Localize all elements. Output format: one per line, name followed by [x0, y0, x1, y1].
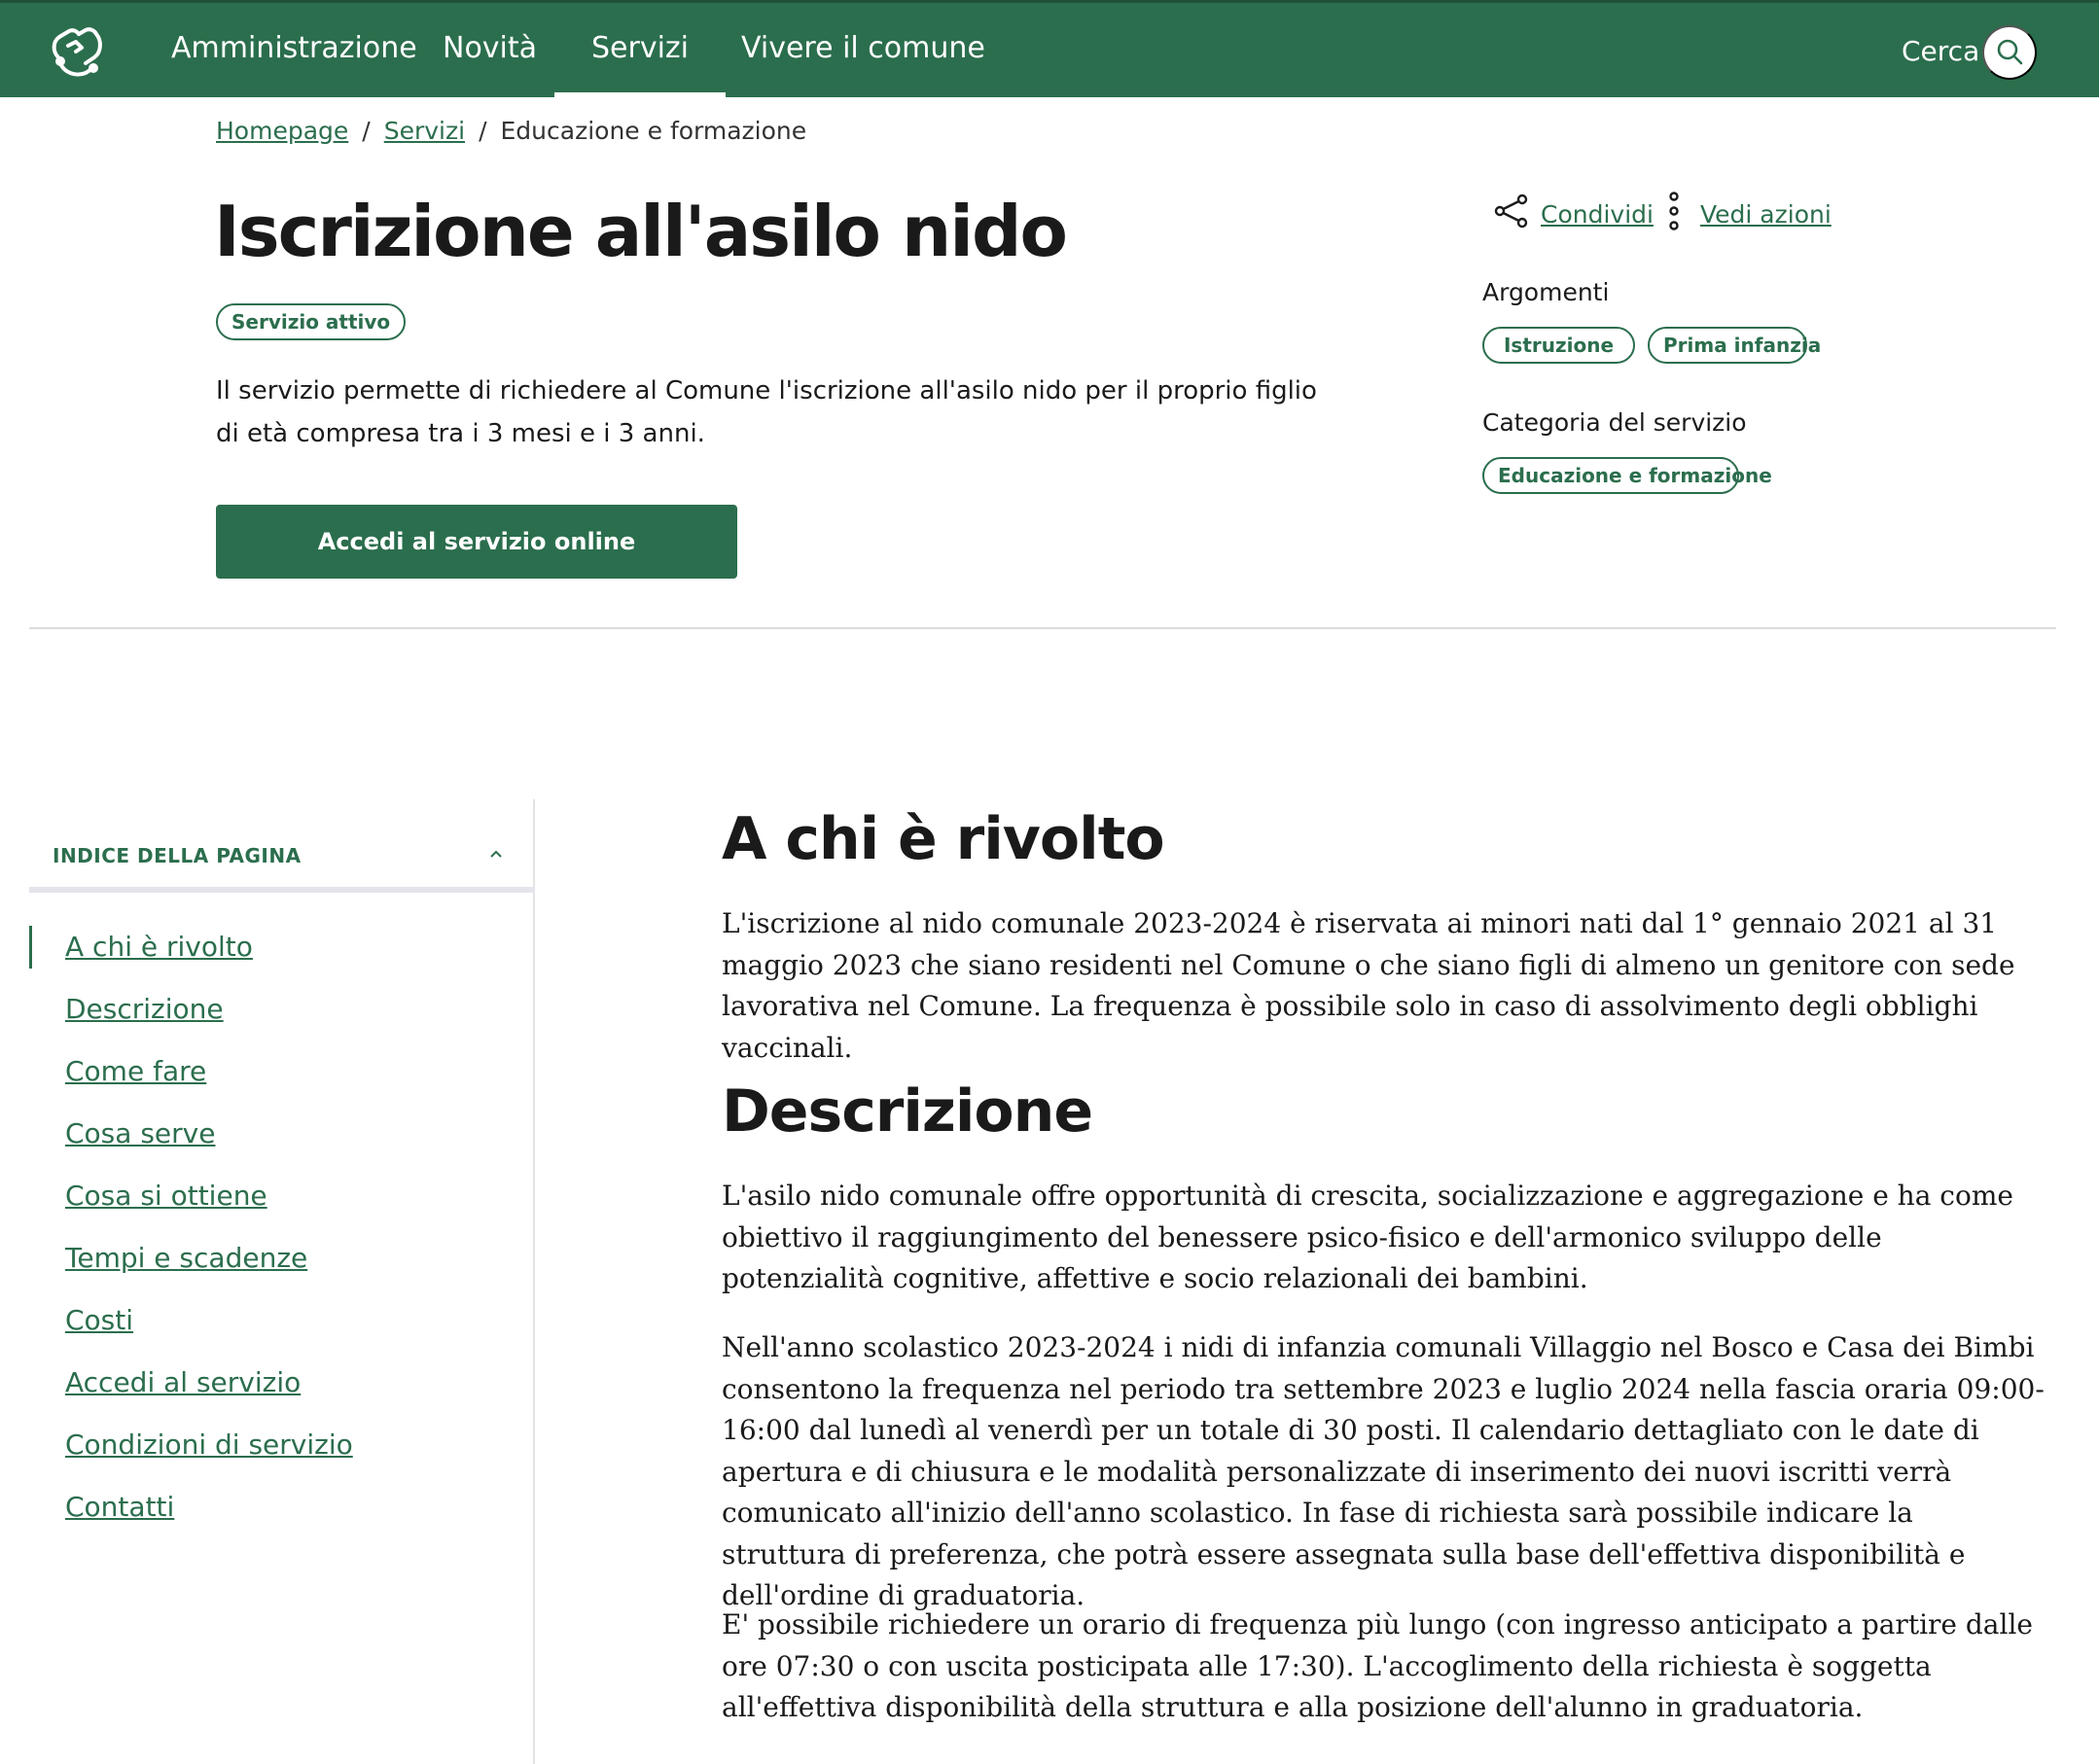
search-button[interactable]	[1982, 25, 2037, 80]
paragraph-descrizione-2: Nell'anno scolastico 2023-2024 i nidi di…	[722, 1331, 2045, 1611]
more-vertical-icon	[1665, 190, 1692, 238]
index-item-contatti[interactable]: Contatti	[29, 1476, 516, 1538]
service-description: Il servizio permette di richiedere al Co…	[216, 376, 1317, 448]
breadcrumb: Homepage / Servizi / Educazione e formazione	[216, 117, 806, 145]
paragraph-descrizione-1: L'asilo nido comunale offre opportunità …	[722, 1180, 2013, 1294]
share-link[interactable]: Condividi	[1492, 194, 1654, 233]
share-icon	[1492, 192, 1541, 236]
index-item-a-chi-e-rivolto[interactable]: A chi è rivolto	[29, 916, 516, 978]
index-item-come-fare[interactable]: Come fare	[29, 1041, 516, 1103]
page-index-list: A chi è rivolto Descrizione Come fare Co…	[29, 916, 516, 1538]
see-actions-label: Vedi azioni	[1700, 199, 1832, 229]
search-label[interactable]: Cerca	[1902, 3, 1979, 97]
chevron-up-icon	[488, 846, 504, 865]
page-index-toggle[interactable]: INDICE DELLA PAGINA	[29, 830, 535, 893]
nav-amministrazione[interactable]: Amministrazione	[171, 3, 417, 97]
page-index-progress	[29, 887, 535, 893]
breadcrumb-current: Educazione e formazione	[500, 117, 807, 145]
see-actions-link[interactable]: Vedi azioni	[1665, 192, 1832, 233]
index-item-tempi-e-scadenze[interactable]: Tempi e scadenze	[29, 1227, 516, 1289]
section-title-descrizione: Descrizione	[722, 1077, 1093, 1146]
site-header: Amministrazione Novità Servizi Vivere il…	[0, 0, 2099, 97]
index-item-condizioni-di-servizio[interactable]: Condizioni di servizio	[29, 1414, 516, 1476]
breadcrumb-home[interactable]: Homepage	[216, 117, 348, 145]
municipality-logo-icon[interactable]	[47, 22, 107, 83]
section-title-a-chi-e-rivolto: A chi è rivolto	[722, 805, 1165, 873]
sidebar-border	[533, 799, 535, 1764]
category-label: Categoria del servizio	[1482, 408, 1747, 437]
topics-label: Argomenti	[1482, 278, 1610, 306]
page-title: Iscrizione all'asilo nido	[214, 191, 1068, 272]
page-index-title: INDICE DELLA PAGINA	[53, 844, 302, 867]
share-label: Condividi	[1541, 199, 1654, 229]
nav-vivere-il-comune[interactable]: Vivere il comune	[741, 3, 985, 97]
paragraph-a-chi-e-rivolto: L'iscrizione al nido comunale 2023-2024 …	[722, 907, 2015, 1064]
index-item-costi[interactable]: Costi	[29, 1289, 516, 1352]
breadcrumb-separator: /	[362, 117, 371, 145]
topic-chip-istruzione[interactable]: Istruzione	[1482, 327, 1635, 364]
topic-chip-prima-infanzia[interactable]: Prima infanzia	[1648, 327, 1821, 364]
nav-novita[interactable]: Novità	[443, 3, 537, 97]
nav-servizi[interactable]: Servizi	[554, 3, 727, 97]
access-service-button[interactable]: Accedi al servizio online	[216, 505, 737, 579]
paragraph-descrizione-3: E' possibile richiedere un orario di fre…	[722, 1608, 2033, 1723]
breadcrumb-servizi[interactable]: Servizi	[384, 117, 465, 145]
breadcrumb-separator: /	[479, 117, 487, 145]
index-item-cosa-si-ottiene[interactable]: Cosa si ottiene	[29, 1165, 516, 1227]
index-item-cosa-serve[interactable]: Cosa serve	[29, 1103, 516, 1165]
status-badge: Servizio attivo	[216, 303, 407, 340]
index-item-descrizione[interactable]: Descrizione	[29, 978, 516, 1041]
section-divider	[29, 627, 2056, 629]
search-icon	[1995, 37, 2024, 69]
index-item-accedi-al-servizio[interactable]: Accedi al servizio	[29, 1352, 516, 1414]
category-chip[interactable]: Educazione e formazione	[1482, 457, 1772, 494]
